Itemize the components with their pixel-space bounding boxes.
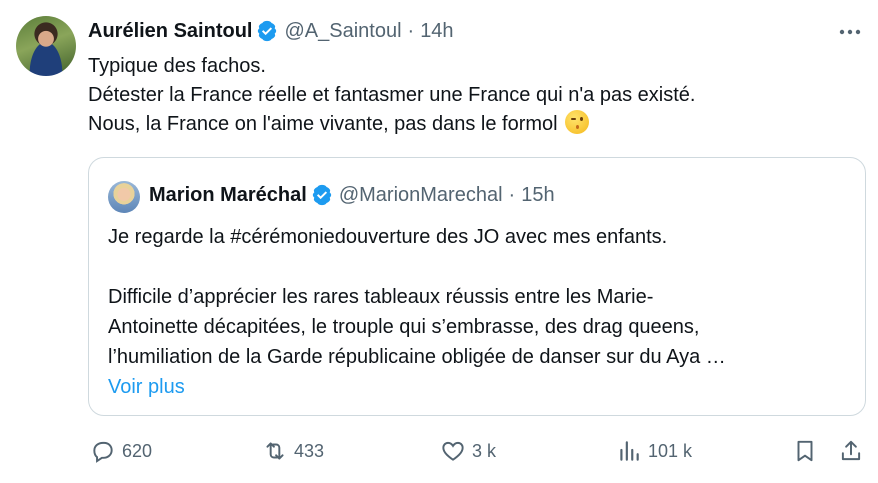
quoted-line: Antoinette décapitées, le trouple qui s’… <box>108 316 700 338</box>
bookmark-icon <box>797 440 813 462</box>
share-icon <box>841 440 861 461</box>
verified-badge-icon[interactable] <box>256 20 278 42</box>
more-options-icon[interactable] <box>838 22 862 42</box>
tweet-text: Typique des fachos. Détester la France r… <box>88 52 858 139</box>
quoted-line: Difficile d’apprécier les rares tableaux… <box>108 286 654 308</box>
reply-button[interactable]: 620 <box>90 434 152 468</box>
tweet-line: Détester la France réelle et fantasmer u… <box>88 84 696 106</box>
quoted-line <box>108 252 848 282</box>
separator-dot: · <box>407 19 415 42</box>
action-bar: 620 433 3 k 101 k <box>88 434 866 468</box>
quoted-tweet-time[interactable]: 15h <box>521 184 554 207</box>
author-name[interactable]: Aurélien Saintoul <box>88 20 252 43</box>
author-handle[interactable]: @A_Saintoul <box>284 20 401 43</box>
views-button[interactable]: 101 k <box>616 434 692 468</box>
verified-badge-icon <box>311 184 333 206</box>
views-count: 101 k <box>648 440 693 461</box>
reply-count: 620 <box>122 440 153 461</box>
tweet-time[interactable]: 14h <box>420 20 453 43</box>
share-button[interactable] <box>838 434 864 468</box>
tweet-line-text: Nous, la France on l'aime vivante, pas d… <box>88 113 558 135</box>
bookmark-button[interactable] <box>792 434 818 468</box>
separator-dot: · <box>508 183 516 206</box>
repost-button[interactable]: 433 <box>262 434 324 468</box>
heart-icon <box>442 441 464 461</box>
quoted-author-handle[interactable]: @MarionMarechal <box>339 184 503 207</box>
show-more-link[interactable]: Voir plus <box>108 372 848 402</box>
quoted-line: l’humiliation de la Garde républicaine o… <box>108 346 726 368</box>
repost-icon <box>266 442 284 460</box>
analytics-icon <box>620 441 639 461</box>
tweet-header: Aurélien Saintoul @A_Saintoul · 14h <box>88 18 454 44</box>
winking-face-icon <box>565 110 590 134</box>
like-button[interactable]: 3 k <box>440 434 496 468</box>
tweet-line: Nous, la France on l'aime vivante, pas d… <box>88 110 858 139</box>
quoted-tweet-card[interactable]: Marion Maréchal @MarionMarechal · 15h Je… <box>88 157 866 416</box>
author-avatar[interactable] <box>16 16 76 76</box>
quoted-author-avatar[interactable] <box>108 181 140 213</box>
reply-icon <box>93 441 113 463</box>
quoted-tweet-text: Je regarde la #cérémoniedouverture des J… <box>108 222 848 402</box>
like-count: 3 k <box>472 440 497 461</box>
quoted-line: Je regarde la #cérémoniedouverture des J… <box>108 226 668 248</box>
quoted-tweet-header: Marion Maréchal @MarionMarechal · 15h <box>149 182 555 208</box>
repost-count: 433 <box>294 440 325 461</box>
quoted-author-name[interactable]: Marion Maréchal <box>149 184 307 207</box>
tweet-line: Typique des fachos. <box>88 55 266 77</box>
